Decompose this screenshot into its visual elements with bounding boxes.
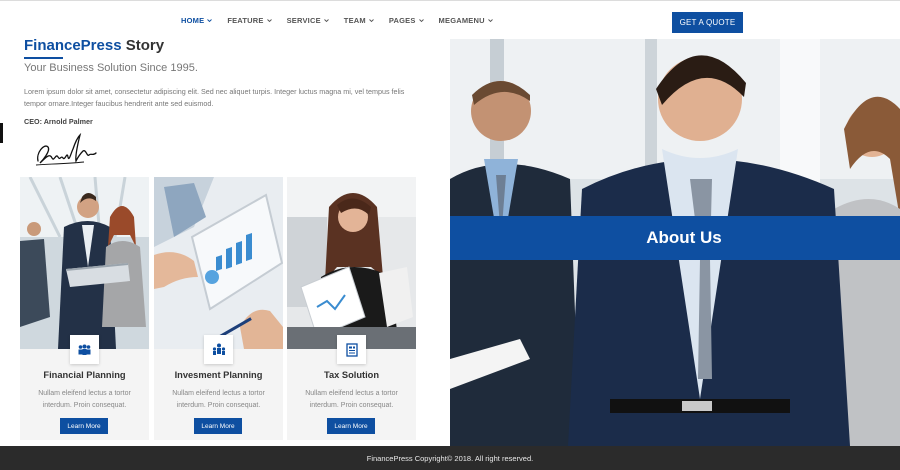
learn-more-button[interactable]: Learn More: [194, 418, 242, 434]
main-navbar: HOME FEATURE SERVICE TEAM PAGES MEGAMENU: [0, 1, 900, 39]
nav-item-label: MEGAMENU: [438, 16, 485, 25]
learn-more-button[interactable]: Learn More: [60, 418, 108, 434]
page: HOME FEATURE SERVICE TEAM PAGES MEGAMENU: [0, 0, 900, 470]
nav-item-feature[interactable]: FEATURE: [227, 16, 272, 25]
nav-item-megamenu[interactable]: MEGAMENU: [439, 16, 493, 25]
nav-item-label: TEAM: [343, 16, 366, 25]
service-card-financial-planning: Financial Planning Nullam eleifend lectu…: [20, 177, 149, 440]
signature-image: [35, 132, 97, 166]
story-body: Lorem ipsum dolor sit amet, consectetur …: [24, 87, 405, 108]
footer-copyright: FinancePress Copyright© 2018. All right …: [366, 453, 534, 463]
chevron-down-icon: [207, 19, 213, 23]
chevron-down-icon: [323, 19, 329, 23]
card-title: Invesment Planning: [174, 370, 263, 380]
nav-item-home[interactable]: HOME: [181, 16, 213, 25]
about-us-title: About Us: [646, 228, 722, 247]
ceo-name: CEO: Arnold Palmer: [24, 117, 93, 126]
chevron-down-icon: [487, 19, 493, 23]
chevron-down-icon: [418, 19, 424, 23]
story-brand: FinancePress: [24, 37, 122, 54]
card-text: Nullam eleifend lectus a tortor interdum…: [305, 390, 398, 409]
service-card-tax-solution: Tax Solution Nullam eleifend lectus a to…: [287, 177, 416, 440]
nav-item-label: PAGES: [388, 16, 416, 25]
chevron-down-icon: [266, 19, 272, 23]
nav-item-label: HOME: [181, 16, 205, 25]
story-subtitle: Your Business Solution Since 1995.: [24, 62, 198, 74]
side-marker: [0, 123, 3, 143]
network-icon: [204, 335, 233, 364]
tax-document-icon: [337, 335, 366, 364]
business-team-photo: [20, 177, 149, 349]
smiling-woman-photo: [287, 177, 416, 349]
nav-item-label: SERVICE: [286, 16, 321, 25]
title-underline: [24, 57, 63, 59]
card-title: Financial Planning: [43, 370, 126, 380]
story-title-rest: Story: [121, 37, 165, 54]
service-card-investment-planning: Invesment Planning Nullam eleifend lectu…: [154, 177, 283, 440]
nav-item-team[interactable]: TEAM: [344, 16, 374, 25]
chevron-down-icon: [369, 19, 374, 23]
tablet-chart-photo: [154, 177, 283, 349]
team-icon: [70, 335, 99, 364]
get-a-quote-button[interactable]: GET A QUOTE: [672, 12, 743, 33]
nav-item-service[interactable]: SERVICE: [287, 16, 329, 25]
nav-item-pages[interactable]: PAGES: [389, 16, 424, 25]
story-title: FinancePress Story: [24, 37, 164, 54]
card-title: Tax Solution: [323, 370, 380, 380]
learn-more-button[interactable]: Learn More: [327, 418, 375, 434]
card-text: Nullam eleifend lectus a tortor interdum…: [38, 390, 131, 409]
card-text: Nullam eleifend lectus a tortor interdum…: [172, 390, 265, 409]
main-menu: HOME FEATURE SERVICE TEAM PAGES MEGAMENU: [181, 16, 508, 25]
nav-item-label: FEATURE: [227, 16, 264, 25]
